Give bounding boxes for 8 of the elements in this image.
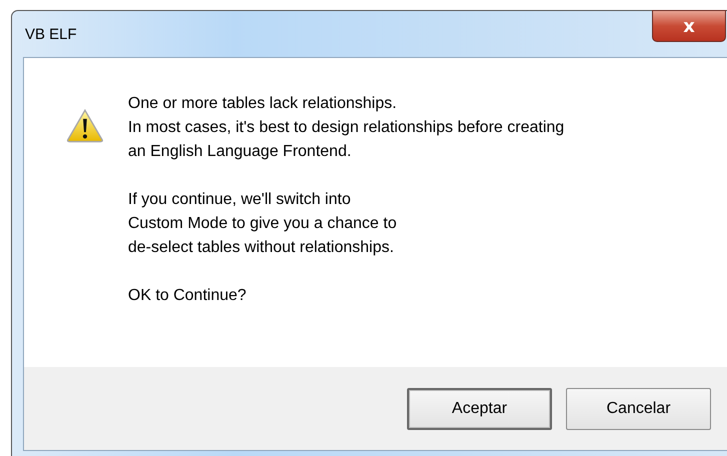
dialog-button[interactable]: Cancelar [566,388,711,430]
message-text: If you continue, we'll switch into Custom Mode to give you a chance to de-select tables without relationships. [128,190,398,258]
dialog-button[interactable]: Aceptar [407,388,552,430]
message-text: OK to Continue? [128,286,248,306]
window-title: VB ELF [25,26,77,42]
message-text: One or more tables lack relationships. In most cases, it's best to design relationships before creating an English Language Frontend. [128,94,564,162]
close-button[interactable]: x [652,10,726,42]
warning-icon [66,108,104,143]
